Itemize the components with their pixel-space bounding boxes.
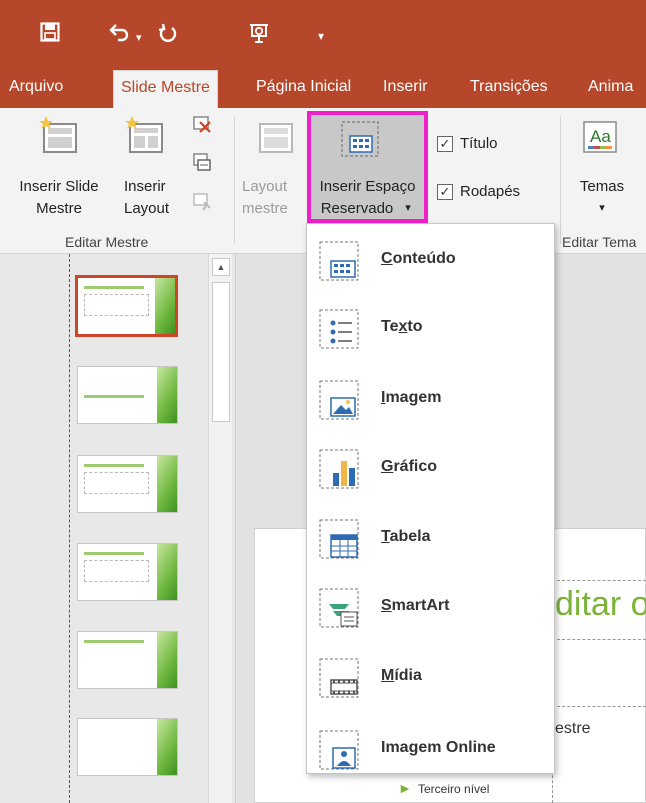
- menu-hotkey: C: [381, 250, 393, 267]
- menu-hotkey: G: [381, 458, 394, 475]
- footer-checkbox[interactable]: ✓: [437, 184, 453, 200]
- menu-hotkey: S: [381, 597, 392, 614]
- layout-master-label-1: Layout: [242, 178, 288, 195]
- menu-item-conteudo[interactable]: Conteúdo: [307, 228, 553, 294]
- menu-label-conteudo: onteúdo: [392, 250, 456, 267]
- slide-thumbnail-6[interactable]: [77, 718, 178, 776]
- menu-item-smartart[interactable]: SmartArt: [307, 575, 553, 641]
- menu-label-grafico: ráfico: [393, 458, 438, 475]
- menu-label-imagem: magem: [385, 389, 442, 406]
- online-picture-placeholder-icon: [319, 730, 359, 770]
- tab-arquivo[interactable]: Arquivo: [9, 78, 63, 96]
- content-placeholder-icon: [319, 241, 359, 281]
- slide-thumbnail-5[interactable]: [77, 631, 178, 689]
- menu-item-tabela[interactable]: Tabela: [307, 506, 553, 572]
- insert-slide-master-icon[interactable]: [38, 114, 80, 156]
- media-placeholder-icon: [319, 658, 359, 698]
- tab-pagina-inicial[interactable]: Página Inicial: [256, 78, 351, 96]
- insert-slide-master-label-2[interactable]: Mestre: [4, 198, 114, 219]
- slide-thumbnail-3[interactable]: [77, 455, 178, 513]
- delete-slide-icon[interactable]: [192, 114, 212, 134]
- chart-placeholder-icon: [319, 449, 359, 489]
- ribbon-separator: [234, 116, 235, 244]
- svg-text:Aa: Aa: [590, 127, 611, 146]
- menu-label-smartart: martArt: [391, 597, 450, 614]
- slide-body-text: estre: [555, 720, 591, 737]
- slide-thumbnail-2[interactable]: [77, 366, 178, 424]
- group-label-editar-mestre: Editar Mestre: [65, 234, 149, 250]
- menu-item-imagem[interactable]: Imagem: [307, 367, 553, 433]
- scrollbar-thumb[interactable]: [212, 282, 230, 422]
- slide-title-text: ditar o: [555, 585, 646, 623]
- slide-sub-text: Terceiro nível: [418, 782, 490, 796]
- tab-slide-mestre[interactable]: Slide Mestre: [113, 70, 218, 108]
- present-icon[interactable]: [248, 22, 270, 48]
- menu-item-imagem-online[interactable]: Imagem Online: [307, 717, 553, 783]
- rename-icon[interactable]: [192, 152, 212, 172]
- tab-transicoes[interactable]: Transições: [470, 78, 548, 96]
- menu-label-texto-pre: Te: [381, 318, 399, 335]
- save-icon[interactable]: [40, 22, 60, 46]
- footer-checkbox-label[interactable]: Rodapés: [460, 181, 520, 202]
- text-placeholder-icon: [319, 309, 359, 349]
- layout-master-icon: [258, 120, 294, 156]
- layout-master-label-2: mestre: [242, 200, 288, 217]
- menu-hotkey: T: [381, 528, 390, 545]
- ribbon-separator: [560, 116, 561, 244]
- redo-icon[interactable]: [158, 22, 178, 46]
- undo-dropdown-icon[interactable]: ▾: [136, 28, 142, 48]
- table-placeholder-icon: [319, 519, 359, 559]
- insert-slide-master-label-1[interactable]: Inserir Slide: [4, 176, 114, 197]
- menu-label-tabela: abela: [389, 528, 431, 545]
- insert-layout-label-1[interactable]: Inserir: [124, 176, 184, 197]
- preserve-icon: [192, 192, 212, 212]
- menu-item-grafico[interactable]: Gráfico: [307, 436, 553, 502]
- slide-thumbnail-1[interactable]: [75, 275, 178, 337]
- tab-animacoes[interactable]: Anima: [588, 78, 633, 96]
- customize-toolbar-icon[interactable]: ▾: [318, 26, 324, 46]
- insert-placeholder-icon: [340, 120, 380, 160]
- group-label-editar-tema: Editar Tema: [562, 234, 637, 250]
- themes-arrow-icon[interactable]: ▾: [596, 198, 608, 219]
- scroll-up-icon[interactable]: ▲: [212, 258, 230, 276]
- menu-label-texto: to: [407, 318, 423, 335]
- undo-icon[interactable]: [108, 22, 130, 46]
- slide-thumbnail-4[interactable]: [77, 543, 178, 601]
- insert-placeholder-label-2: Reservado: [320, 200, 394, 217]
- menu-item-texto[interactable]: Texto: [307, 296, 553, 362]
- menu-hotkey: M: [381, 667, 395, 684]
- title-checkbox[interactable]: ✓: [437, 136, 453, 152]
- themes-label[interactable]: Temas: [572, 176, 632, 197]
- smartart-placeholder-icon: [319, 588, 359, 628]
- master-dash-line: [69, 254, 70, 803]
- insert-placeholder-label-1: Inserir Espaço: [319, 178, 416, 195]
- insert-layout-icon[interactable]: [124, 114, 166, 156]
- title-checkbox-label[interactable]: Título: [460, 133, 498, 154]
- picture-placeholder-icon: [319, 380, 359, 420]
- menu-item-midia[interactable]: Mídia: [307, 645, 553, 711]
- menu-label-midia: ídia: [394, 667, 422, 684]
- tab-inserir[interactable]: Inserir: [383, 78, 427, 96]
- themes-icon[interactable]: Aa: [582, 120, 618, 154]
- insert-layout-label-2[interactable]: Layout: [124, 198, 184, 219]
- insert-placeholder-arrow-icon: ▾: [405, 202, 411, 214]
- menu-label-imagem-online: Imagem Online: [381, 739, 496, 756]
